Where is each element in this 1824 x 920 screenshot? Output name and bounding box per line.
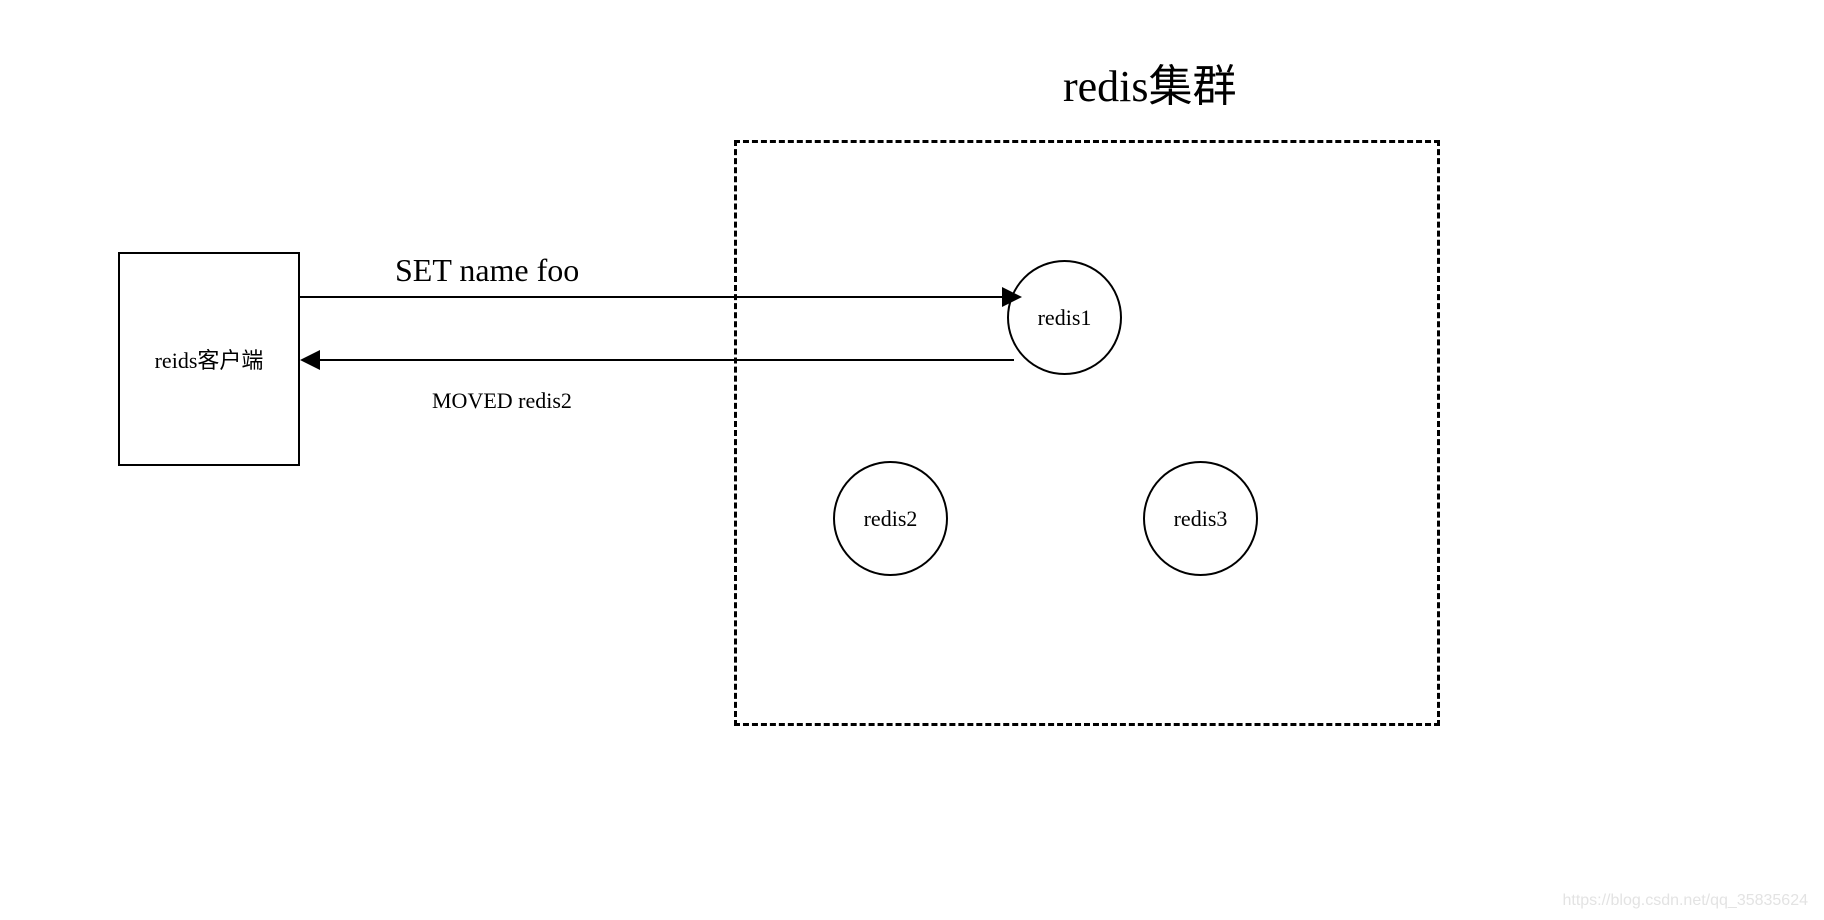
arrow-send-line: [300, 296, 1010, 298]
node-redis3: redis3: [1143, 461, 1258, 576]
arrow-recv-line: [314, 359, 1014, 361]
client-box: reids客户端: [118, 252, 300, 466]
node-redis2: redis2: [833, 461, 948, 576]
node-redis2-label: redis2: [864, 506, 918, 532]
redis-cluster-diagram: redis集群 reids客户端 redis1 redis2 redis3 SE…: [0, 0, 1824, 920]
cluster-title: redis集群: [1063, 50, 1237, 114]
watermark: https://blog.csdn.net/qq_35835624: [1562, 892, 1808, 910]
node-redis1-label: redis1: [1038, 305, 1092, 331]
send-message-label: SET name foo: [395, 252, 579, 289]
client-label: reids客户端: [155, 343, 264, 375]
arrow-recv-head-icon: [300, 350, 320, 370]
node-redis1: redis1: [1007, 260, 1122, 375]
recv-message-label: MOVED redis2: [432, 388, 572, 414]
node-redis3-label: redis3: [1174, 506, 1228, 532]
arrow-send-head-icon: [1002, 287, 1022, 307]
cluster-boundary: [734, 140, 1440, 726]
